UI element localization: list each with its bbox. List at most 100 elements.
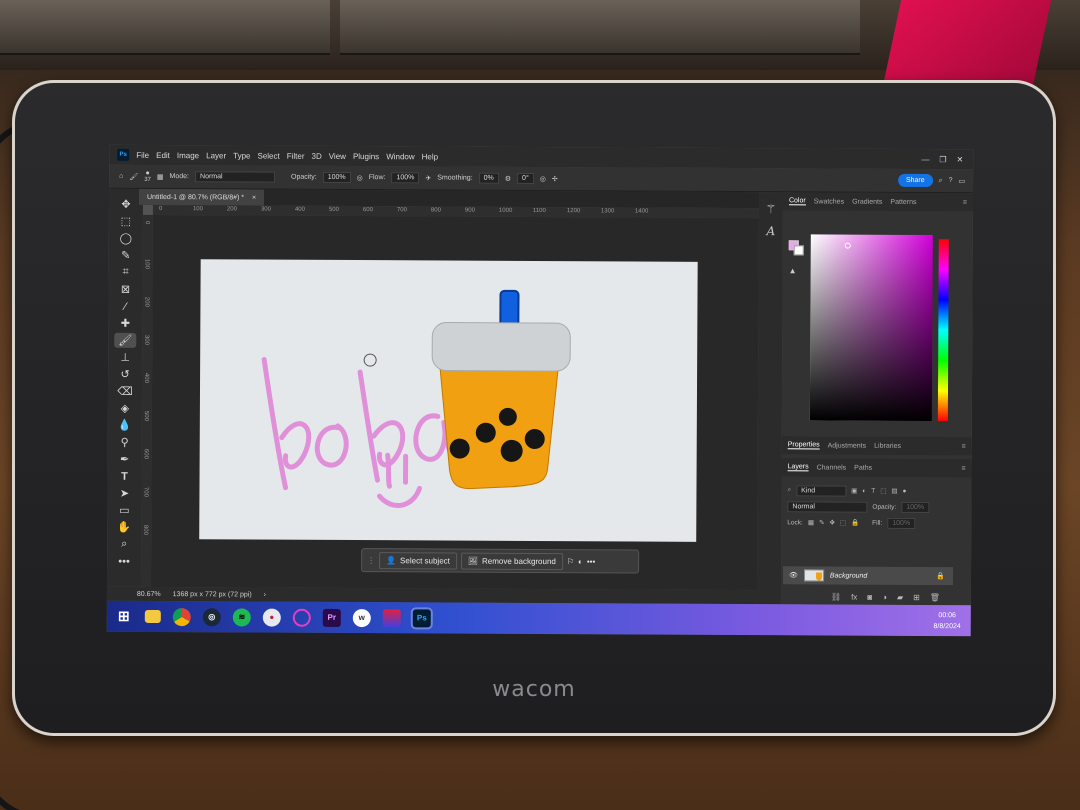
more-tools-icon[interactable]: •••: [113, 554, 135, 569]
history-brush-tool-icon[interactable]: ↺: [114, 367, 136, 382]
new-layer-icon[interactable]: ⊞: [913, 592, 920, 601]
path-select-tool-icon[interactable]: ➤: [113, 486, 135, 501]
lock-all-icon[interactable]: 🔒: [851, 519, 859, 527]
lock-artboard-icon[interactable]: ⬚: [840, 519, 846, 527]
pen-tool-icon[interactable]: ✒: [114, 452, 136, 467]
brush-settings-panel-icon[interactable]: ⚚: [766, 202, 777, 216]
menu-type[interactable]: Type: [233, 151, 250, 160]
menu-layer[interactable]: Layer: [206, 151, 226, 160]
search-icon[interactable]: ⌕: [939, 177, 943, 185]
airbrush-icon[interactable]: ✈: [425, 174, 431, 182]
lock-position-icon[interactable]: ✥: [829, 519, 834, 527]
trash-icon[interactable]: 🗑: [930, 593, 940, 602]
move-tool-icon[interactable]: ✥: [115, 197, 137, 212]
steam-icon[interactable]: ◎: [202, 607, 221, 626]
adjust-icon[interactable]: ◐: [578, 557, 583, 566]
blend-mode-select[interactable]: Normal: [787, 500, 868, 513]
eye-icon[interactable]: 👁: [789, 571, 798, 579]
menu-plugins[interactable]: Plugins: [353, 152, 379, 161]
menu-view[interactable]: View: [329, 151, 346, 160]
tab-swatches[interactable]: Swatches: [814, 198, 844, 205]
zoom-tool-icon[interactable]: ⌕: [113, 537, 135, 552]
brush-tool-icon[interactable]: 🖌: [114, 332, 137, 348]
wacom-center-icon[interactable]: w: [352, 608, 371, 627]
lasso-tool-icon[interactable]: ◯: [115, 231, 137, 246]
smoothing-gear-icon[interactable]: ⚙: [505, 174, 511, 182]
remove-background-button[interactable]: 🖼 Remove background: [460, 552, 563, 570]
dodge-tool-icon[interactable]: ⚲: [114, 435, 136, 450]
opacity-field[interactable]: 100%: [322, 171, 351, 184]
canvas-area[interactable]: ⋮ 👤 Select subject 🖼 Remove background ⚐…: [150, 214, 759, 591]
drag-handle[interactable]: ⋮: [367, 556, 375, 565]
panel-menu-icon[interactable]: ≡: [961, 465, 971, 472]
lasso-icon[interactable]: ⚐: [567, 557, 574, 566]
group-folder-icon[interactable]: ▰: [897, 592, 903, 601]
close-icon[interactable]: ✕: [956, 155, 963, 164]
type-tool-icon[interactable]: T: [114, 469, 136, 484]
adjustment-layer-icon[interactable]: ◑: [882, 592, 887, 601]
chevron-right-icon[interactable]: ›: [264, 591, 266, 598]
filter-type-icon[interactable]: T: [871, 487, 875, 494]
angle-field[interactable]: 0°: [517, 172, 534, 184]
zoom-level[interactable]: 80.67%: [137, 590, 161, 597]
tab-paths[interactable]: Paths: [854, 464, 872, 471]
blur-tool-icon[interactable]: 💧: [114, 418, 136, 433]
menu-file[interactable]: File: [136, 150, 149, 159]
fill-field[interactable]: 100%: [887, 517, 916, 529]
more-options-icon[interactable]: •••: [587, 557, 595, 566]
menu-window[interactable]: Window: [386, 152, 414, 161]
flow-field[interactable]: 100%: [391, 172, 420, 184]
marquee-tool-icon[interactable]: ⬚: [115, 214, 137, 229]
app-icon[interactable]: [382, 608, 401, 627]
menu-3d[interactable]: 3D: [311, 151, 321, 160]
pressure-size-icon[interactable]: ◎: [540, 174, 546, 182]
stamp-tool-icon[interactable]: ⊥: [114, 350, 136, 365]
crop-tool-icon[interactable]: ⌗: [115, 265, 137, 280]
tab-adjustments[interactable]: Adjustments: [828, 442, 867, 449]
tab-channels[interactable]: Channels: [817, 464, 847, 471]
menu-select[interactable]: Select: [257, 151, 279, 160]
eyedropper-tool-icon[interactable]: ⁄: [114, 299, 136, 314]
system-clock[interactable]: 00:06 8/8/2024: [933, 610, 970, 632]
menu-filter[interactable]: Filter: [287, 151, 305, 160]
restore-icon[interactable]: ❐: [939, 155, 946, 164]
tab-layers[interactable]: Layers: [787, 463, 809, 472]
panel-menu-icon[interactable]: ≡: [962, 443, 972, 450]
layer-item-background[interactable]: 👁 Background 🔒: [782, 566, 954, 586]
tab-libraries[interactable]: Libraries: [874, 442, 901, 449]
filter-shape-icon[interactable]: ⬚: [880, 487, 886, 495]
lock-transparent-icon[interactable]: ▦: [808, 518, 814, 526]
tab-color[interactable]: Color: [788, 197, 806, 206]
eraser-tool-icon[interactable]: ⌫: [114, 384, 136, 399]
app-icon[interactable]: [292, 608, 311, 627]
lock-image-icon[interactable]: ✎: [819, 518, 824, 526]
hue-slider[interactable]: [937, 239, 949, 422]
filter-adjust-icon[interactable]: ◐: [862, 487, 866, 494]
pressure-opacity-icon[interactable]: ◎: [357, 174, 363, 182]
chrome-icon[interactable]: [172, 607, 191, 626]
premiere-icon[interactable]: Pr: [322, 608, 341, 627]
menu-help[interactable]: Help: [422, 152, 439, 161]
smoothing-field[interactable]: 0%: [478, 172, 499, 184]
panel-menu-icon[interactable]: ≡: [963, 199, 973, 206]
discord-icon[interactable]: ●: [262, 608, 281, 627]
tab-properties[interactable]: Properties: [787, 441, 820, 450]
filter-smart-icon[interactable]: ▤: [891, 487, 897, 495]
healing-tool-icon[interactable]: ✚: [114, 316, 136, 331]
symmetry-icon[interactable]: ✢: [552, 175, 558, 183]
document-tab[interactable]: Untitled-1 @ 80.7% (RGB/8#) * ×: [138, 188, 265, 206]
frame-tool-icon[interactable]: ⊠: [114, 282, 136, 297]
document-canvas[interactable]: [199, 259, 698, 542]
file-explorer-icon[interactable]: [144, 609, 161, 624]
hand-tool-icon[interactable]: ✋: [113, 520, 135, 535]
add-mask-icon[interactable]: ◙: [867, 592, 872, 601]
glyphs-panel-icon[interactable]: A: [766, 224, 775, 238]
tab-patterns[interactable]: Patterns: [890, 198, 916, 205]
link-layers-icon[interactable]: ⛓: [831, 592, 841, 601]
background-color-swatch[interactable]: [793, 245, 804, 256]
filter-pixel-icon[interactable]: ▣: [851, 487, 857, 495]
home-icon[interactable]: ⌂: [119, 173, 123, 180]
brush-preset-picker[interactable]: ● 37: [144, 169, 151, 183]
color-picker-field[interactable]: [809, 234, 933, 422]
paint-bucket-tool-icon[interactable]: ◈: [114, 401, 136, 416]
